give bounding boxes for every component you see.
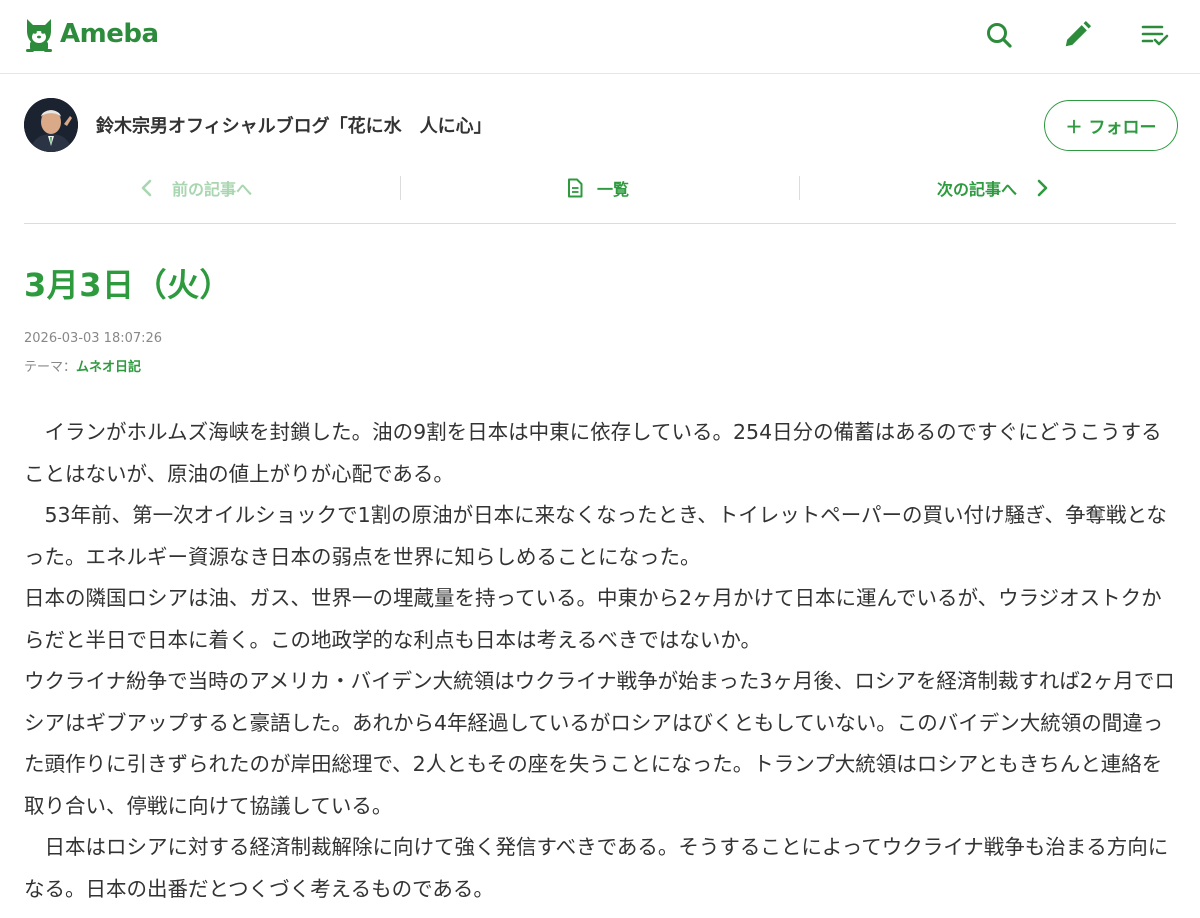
follow-button[interactable]: ＋ フォロー <box>1044 100 1178 151</box>
ameba-logo[interactable]: Ameba <box>24 14 159 54</box>
article-list-label: 一覧 <box>597 180 630 199</box>
next-article-label: 次の記事へ <box>937 180 1018 199</box>
theme-prefix: テーマ： <box>24 360 77 375</box>
article-title: 3月3日（火） <box>24 266 233 304</box>
search-icon <box>987 23 1012 48</box>
chevron-right-icon <box>1037 179 1048 197</box>
article-body: イランがホルムズ海峡を封鎖した。油の9割を日本は中東に依存している。254日分の… <box>24 412 1176 910</box>
article-theme: テーマ：ムネオ日記 <box>24 356 141 375</box>
checklist-icon <box>1141 25 1169 46</box>
article-paragraph: イランがホルムズ海峡を封鎖した。油の9割を日本は中東に依存している。254日分の… <box>24 420 1162 486</box>
prev-article-label: 前の記事へ <box>172 180 253 199</box>
pager-divider <box>799 176 800 200</box>
reading-list-button[interactable] <box>1140 18 1170 52</box>
search-button[interactable] <box>984 18 1014 52</box>
blog-title[interactable]: 鈴木宗男オフィシャルブログ「花に水 人に心」 <box>96 112 492 138</box>
document-icon <box>568 178 583 198</box>
prev-article-link[interactable]: 前の記事へ <box>140 170 252 206</box>
next-article-link[interactable]: 次の記事へ <box>937 170 1049 206</box>
avatar-portrait <box>24 98 78 152</box>
theme-link[interactable]: ムネオ日記 <box>76 360 141 375</box>
write-post-button[interactable] <box>1062 18 1092 52</box>
article-pager: 前の記事へ 一覧 次の記事へ <box>24 170 1176 224</box>
article-paragraph: 日本の隣国ロシアは油、ガス、世界一の埋蔵量を持っている。中東から2ヶ月かけて日本… <box>24 586 1162 652</box>
app-header: Ameba <box>0 0 1200 74</box>
pager-divider <box>400 176 401 200</box>
article-paragraph: 53年前、第一次オイルショックで1割の原油が日本に来なくなったとき、トイレットペ… <box>24 503 1167 569</box>
article-list-link[interactable]: 一覧 <box>567 170 629 206</box>
chevron-left-icon <box>141 179 152 197</box>
blog-avatar[interactable] <box>24 98 78 152</box>
article-datetime: 2026-03-03 18:07:26 <box>24 331 163 346</box>
logo-text: Ameba <box>60 19 159 49</box>
article-paragraph: ウクライナ紛争で当時のアメリカ・バイデン大統領はウクライナ戦争が始まった3ヶ月後… <box>24 669 1175 818</box>
ameba-mascot-icon <box>26 19 52 52</box>
pencil-icon <box>1065 20 1092 47</box>
article-paragraph: 日本はロシアに対する経済制裁解除に向けて強く発信すべきである。そうすることによっ… <box>24 835 1169 901</box>
